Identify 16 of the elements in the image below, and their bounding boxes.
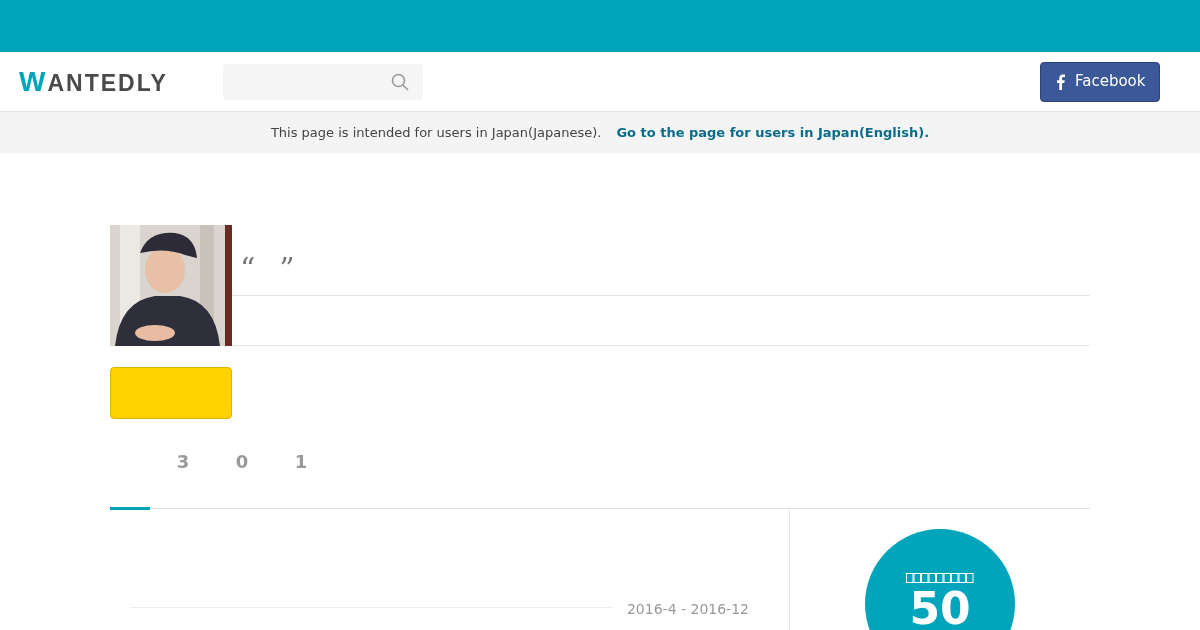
search-field[interactable] bbox=[223, 63, 423, 100]
facebook-icon bbox=[1056, 73, 1065, 90]
tab[interactable]: 1 bbox=[281, 419, 321, 510]
score-value: 50 bbox=[909, 587, 971, 630]
english-page-link[interactable]: Go to the page for users in Japan(English). bbox=[616, 122, 930, 143]
search-icon[interactable] bbox=[391, 72, 409, 91]
logo[interactable]: WANTEDLY bbox=[19, 60, 223, 103]
open-quote: “ bbox=[240, 249, 256, 288]
tab[interactable]: 3 bbox=[163, 419, 203, 510]
tab[interactable]: 0 bbox=[222, 419, 262, 510]
notice-text: This page is intended for users in Japan(Japanese). bbox=[270, 123, 602, 142]
facebook-button[interactable]: Facebook bbox=[1040, 61, 1160, 102]
close-quote: ” bbox=[279, 249, 295, 288]
period-text: 2016-4 - 2016-12 bbox=[626, 600, 749, 619]
action-button[interactable] bbox=[110, 367, 232, 419]
glyph-boxes-icon bbox=[906, 573, 974, 583]
